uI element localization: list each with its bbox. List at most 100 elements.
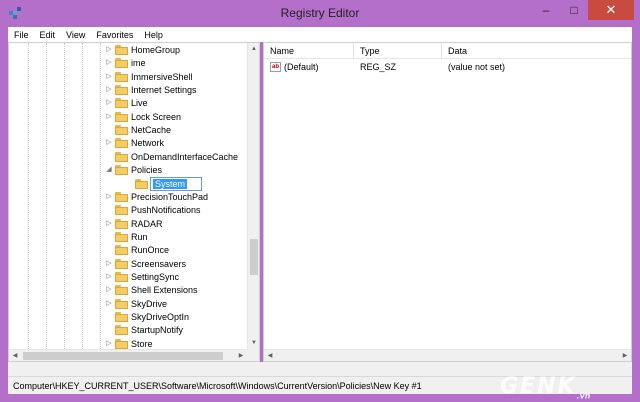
tree-item-label: RADAR	[131, 218, 163, 229]
folder-icon	[115, 191, 128, 202]
tree-item-label: ImmersiveShell	[131, 71, 193, 82]
folder-icon	[115, 165, 128, 176]
expand-arrow-icon[interactable]: ▷	[105, 272, 113, 282]
tree-item[interactable]: ◢ Policies	[9, 164, 247, 177]
menu-bar: File Edit View Favorites Help	[8, 27, 632, 42]
column-data[interactable]: Data	[442, 43, 631, 59]
expand-arrow-icon[interactable]	[105, 125, 113, 135]
expand-arrow-icon[interactable]: ▷	[105, 112, 113, 122]
tree-item[interactable]: Run	[9, 231, 247, 244]
scroll-left-arrow-icon[interactable]: ◀	[264, 350, 276, 361]
tree-item[interactable]: RunOnce	[9, 244, 247, 257]
expand-arrow-icon[interactable]: ▷	[105, 98, 113, 108]
tree-item[interactable]: ▷ Live	[9, 97, 247, 110]
expand-arrow-icon[interactable]	[105, 232, 113, 242]
menu-file[interactable]: File	[14, 30, 29, 40]
expand-arrow-icon[interactable]: ▷	[105, 85, 113, 95]
scroll-up-arrow-icon[interactable]: ▲	[248, 43, 259, 55]
folder-icon	[115, 338, 128, 349]
values-horizontal-scrollbar[interactable]: ◀ ▶	[264, 349, 631, 361]
folder-icon	[135, 178, 148, 189]
tree-item[interactable]: ▷ PrecisionTouchPad	[9, 191, 247, 204]
tree-item[interactable]: ▷ Internet Settings	[9, 84, 247, 97]
expand-arrow-icon[interactable]: ▷	[105, 58, 113, 68]
tree-item[interactable]: ▷ HomeGroup	[9, 44, 247, 57]
menu-edit[interactable]: Edit	[40, 30, 56, 40]
tree-item[interactable]: OnDemandInterfaceCache	[9, 151, 247, 164]
tree-item[interactable]: ▷ RADAR	[9, 218, 247, 231]
scroll-right-arrow-icon[interactable]: ▶	[619, 350, 631, 361]
tree-item-label: HomeGroup	[131, 45, 181, 55]
scroll-thumb[interactable]	[250, 239, 258, 275]
column-name[interactable]: Name	[264, 43, 354, 59]
expand-arrow-icon[interactable]	[105, 312, 113, 322]
tree-item[interactable]: PushNotifications	[9, 204, 247, 217]
tree-item-label: Lock Screen	[131, 111, 182, 122]
tree-vertical-scrollbar[interactable]: ▲ ▼	[247, 43, 259, 349]
tree-item[interactable]: ▷ SkyDrive	[9, 298, 247, 311]
menu-help[interactable]: Help	[144, 30, 163, 40]
tree-item-label: NetCache	[131, 125, 172, 136]
folder-icon	[115, 231, 128, 242]
folder-icon	[115, 71, 128, 82]
folder-icon	[115, 218, 128, 229]
title-bar[interactable]: Registry Editor – □ ✕	[0, 0, 640, 27]
expand-arrow-icon[interactable]: ▷	[105, 219, 113, 229]
scrollbar-corner	[247, 349, 259, 361]
values-pane[interactable]: Name Type Data ab (Default) REG_SZ (valu…	[263, 42, 632, 362]
tree-item[interactable]: ▷ Network	[9, 137, 247, 150]
value-row[interactable]: ab (Default) REG_SZ (value not set)	[264, 61, 631, 74]
tree-item-label: Policies	[131, 165, 163, 176]
tree-item-label: Internet Settings	[131, 85, 197, 96]
expand-arrow-icon[interactable]: ▷	[105, 72, 113, 82]
tree-item[interactable]: ▷ Shell Extensions	[9, 284, 247, 297]
expand-arrow-icon[interactable]	[105, 245, 113, 255]
menu-favorites[interactable]: Favorites	[96, 30, 133, 40]
expand-arrow-icon[interactable]: ▷	[105, 299, 113, 309]
expand-arrow-icon[interactable]: ▷	[105, 192, 113, 202]
close-button[interactable]: ✕	[588, 0, 634, 20]
expand-arrow-icon[interactable]	[105, 325, 113, 335]
column-header: Name Type Data	[264, 43, 631, 59]
folder-icon	[115, 271, 128, 282]
tree-item[interactable]: ▷ Screensavers	[9, 258, 247, 271]
tree-item-label: PrecisionTouchPad	[131, 191, 209, 202]
maximize-button[interactable]: □	[560, 0, 588, 20]
expand-arrow-icon[interactable]: ▷	[105, 138, 113, 148]
column-type[interactable]: Type	[354, 43, 442, 59]
menu-view[interactable]: View	[66, 30, 85, 40]
folder-icon	[115, 85, 128, 96]
expand-arrow-icon[interactable]: ▷	[105, 285, 113, 295]
watermark-suffix: .vn	[576, 391, 591, 401]
scroll-down-arrow-icon[interactable]: ▼	[248, 337, 259, 349]
key-tree: ▷ HomeGroup ▷ ime ▷ ImmersiveShell ▷ Internet S…	[9, 43, 247, 361]
minimize-button[interactable]: –	[532, 0, 560, 20]
expand-arrow-icon[interactable]: ▷	[105, 339, 113, 349]
tree-item-label: PushNotifications	[131, 205, 201, 216]
tree-item[interactable]: ▷ SettingSync	[9, 271, 247, 284]
expand-arrow-icon[interactable]	[105, 152, 113, 162]
scroll-left-arrow-icon[interactable]: ◀	[9, 350, 21, 361]
tree-item[interactable]: System	[9, 176, 247, 191]
expand-arrow-icon[interactable]	[105, 205, 113, 215]
tree-item[interactable]: ▷ ImmersiveShell	[9, 71, 247, 84]
tree-item[interactable]: StartupNotify	[9, 324, 247, 337]
rename-input[interactable]: System	[150, 176, 202, 191]
value-type: REG_SZ	[360, 62, 397, 72]
folder-icon	[115, 111, 128, 122]
tree-item[interactable]: NetCache	[9, 124, 247, 137]
expand-arrow-icon[interactable]: ▷	[105, 259, 113, 269]
string-value-icon: ab	[270, 62, 281, 72]
tree-item[interactable]: SkyDriveOptIn	[9, 311, 247, 324]
tree-item[interactable]: ▷ ime	[9, 57, 247, 70]
folder-icon	[115, 312, 128, 322]
tree-horizontal-scrollbar[interactable]: ◀ ▶	[9, 349, 247, 361]
collapse-arrow-icon[interactable]: ◢	[105, 165, 113, 175]
tree-item-label: Live	[131, 98, 148, 109]
scroll-thumb[interactable]	[23, 352, 223, 360]
key-tree-pane[interactable]: ▷ HomeGroup ▷ ime ▷ ImmersiveShell ▷ Internet S…	[8, 42, 260, 362]
tree-item-label: Shell Extensions	[131, 285, 198, 296]
tree-item[interactable]: ▷ Lock Screen	[9, 111, 247, 124]
expand-arrow-icon[interactable]: ▷	[105, 45, 113, 55]
scroll-right-arrow-icon[interactable]: ▶	[235, 350, 247, 361]
